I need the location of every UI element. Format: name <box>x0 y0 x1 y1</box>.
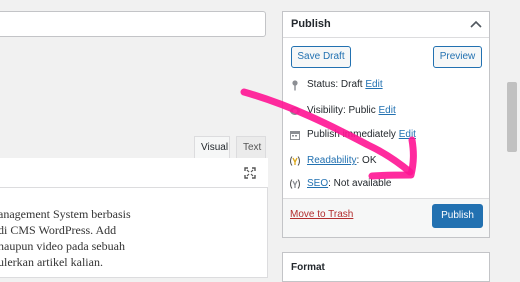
readability-value: : OK <box>356 155 377 166</box>
schedule-edit-link[interactable]: Edit <box>399 129 416 140</box>
editor-line: di CMS WordPress. Add <box>0 223 117 237</box>
save-draft-button[interactable]: Save Draft <box>291 46 351 68</box>
format-title: Format <box>291 262 325 273</box>
seo-value: : Not available <box>328 178 392 189</box>
editor-line: anagement System berbasis <box>0 207 131 221</box>
move-to-trash-link[interactable]: Move to Trash <box>290 209 353 220</box>
scrollbar-thumb[interactable] <box>507 82 517 152</box>
eye-icon <box>289 107 301 115</box>
schedule-label: Publish immediately <box>307 129 396 140</box>
fullscreen-icon[interactable] <box>244 167 256 179</box>
editor-line: naupun video pada sebuah <box>0 239 125 253</box>
seo-link[interactable]: SEO <box>307 178 328 189</box>
readability-link[interactable]: Readability <box>307 155 356 166</box>
status-edit-link[interactable]: Edit <box>365 79 382 90</box>
readability-row: Readability: OK <box>289 154 377 168</box>
publish-title: Publish <box>291 18 331 30</box>
tab-visual[interactable]: Visual <box>194 136 230 158</box>
chevron-up-icon[interactable] <box>470 20 482 28</box>
yoast-icon <box>289 156 301 166</box>
visibility-row: Visibility: Public Edit <box>289 104 396 118</box>
tab-text[interactable]: Text <box>236 136 266 158</box>
status-label: Status: Draft <box>307 79 363 90</box>
visibility-label: Visibility: Public <box>307 105 376 116</box>
editor-tabs: Visual Text <box>0 136 268 158</box>
status-row: Status: Draft Edit <box>289 78 383 92</box>
editor-line: ulerkan artikel kalian. <box>0 255 103 269</box>
pin-icon <box>292 80 298 91</box>
calendar-icon <box>290 131 300 140</box>
seo-row: SEO: Not available <box>289 177 392 191</box>
publish-button[interactable]: Publish <box>432 204 483 228</box>
editor-toolbar <box>0 158 268 188</box>
schedule-row: Publish immediately Edit <box>289 128 416 142</box>
post-title-input[interactable] <box>0 11 266 37</box>
editor-text: anagement System berbasis di CMS WordPre… <box>0 206 266 270</box>
yoast-icon <box>289 179 301 189</box>
preview-button[interactable]: Preview <box>433 46 482 68</box>
visibility-edit-link[interactable]: Edit <box>379 105 396 116</box>
